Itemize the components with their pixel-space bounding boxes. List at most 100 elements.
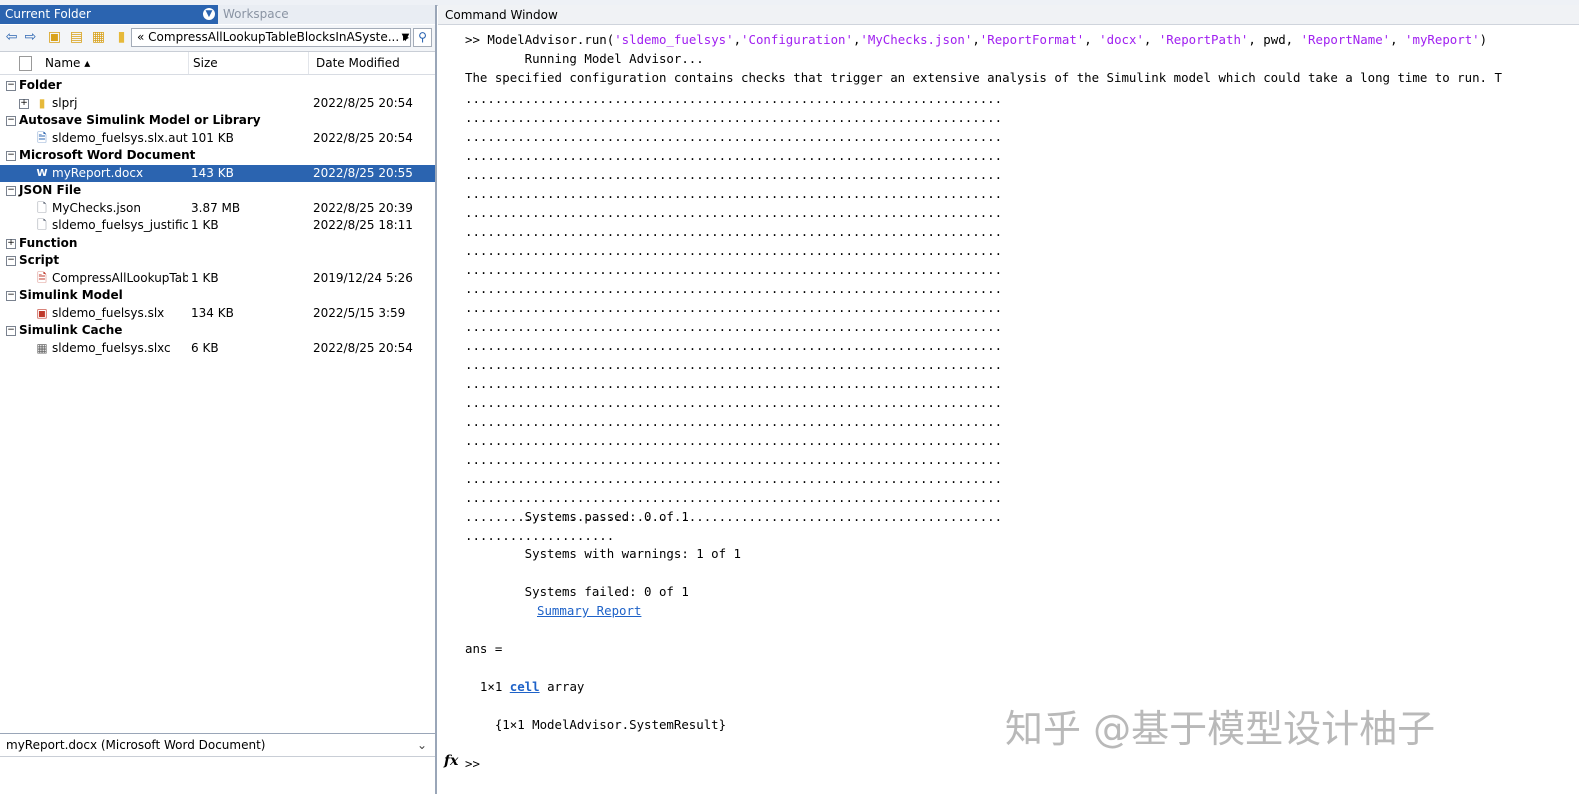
code-token: , [733,32,742,47]
expand-icon[interactable]: + [19,98,29,109]
group-label: Script [19,253,60,267]
panel-actions-icon[interactable]: ▼ [203,8,215,20]
simulink-cache-icon: ▦ [36,340,48,355]
file-row[interactable]: ▣ sldemo_fuelsys.slx 134 KB 2022/5/15 3:59 [0,305,435,322]
progress-dots-line: ........................................… [465,452,1003,467]
panel-tab-bar: Current Folder ▼ Workspace [0,5,435,24]
progress-dots-line: ........................................… [465,148,1003,163]
progress-dots-line: ........................................… [465,129,1003,144]
json-file-icon: 🗋 [37,218,47,232]
expand-icon[interactable]: + [6,238,16,249]
progress-dots-line: ........................................… [465,490,1003,505]
code-token: , [1084,32,1100,47]
file-name: sldemo_fuelsys_justificati... [52,218,188,232]
file-name: sldemo_fuelsys.slx.autosa... [52,130,188,145]
systems-passed-text: Systems passed: 0 of 1 [465,509,689,524]
group-header[interactable]: − Autosave Simulink Model or Library [0,112,435,129]
file-date: 2019/12/24 5:26 [313,270,413,285]
progress-dots-line: ........................................… [465,243,1003,258]
running-text: Running Model Advisor... [465,51,704,66]
group-header[interactable]: − Microsoft Word Document [0,147,435,164]
file-row[interactable]: 🗎 sldemo_fuelsys.slx.autosa...101 KB 2022/… [0,130,435,147]
code-token: , [1390,32,1406,47]
file-date: 2022/8/25 18:11 [313,218,413,232]
browse-folder-icon[interactable]: ▤ [68,29,85,46]
file-row[interactable]: + ▮ slprj 2022/8/25 20:54 [0,95,435,112]
file-name: sldemo_fuelsys.slxc [52,340,171,355]
string-literal: 'myReport' [1405,32,1480,47]
file-details-bar[interactable]: myReport.docx (Microsoft Word Document) … [0,733,435,757]
cell-array-line: 1×1 cell array [465,679,584,695]
file-row[interactable]: 🗋 MyChecks.json 3.87 MB 2022/8/25 20:39 [0,200,435,217]
group-label: Folder [19,78,62,92]
ans-text: ans = [465,641,503,656]
autosave-file-icon: 🗎 [37,130,47,145]
group-header[interactable]: + Function [0,235,435,252]
group-header[interactable]: − Simulink Model [0,287,435,304]
group-label: Simulink Cache [19,323,123,337]
back-arrow-icon[interactable]: ⇦ [3,29,20,46]
json-file-icon: 🗋 [37,200,47,215]
command-prompt[interactable]: >> [465,756,480,772]
current-folder-panel: Current Folder ▼ Workspace ⇦ ⇨ ▣ ▤ ▦ ▮ «… [0,5,437,794]
systems-warnings-text: Systems with warnings: 1 of 1 [465,546,742,561]
find-files-icon[interactable]: ▦ [90,29,107,46]
progress-dots-line: ........................................… [465,376,1003,391]
file-name: slprj [52,95,78,110]
cell-link[interactable]: cell [510,679,540,694]
collapse-icon[interactable]: − [6,151,16,161]
string-literal: 'ReportName' [1300,32,1391,47]
folder-toolbar: ⇦ ⇨ ▣ ▤ ▦ ▮ « CompressAllLookupTableBloc… [0,25,435,52]
collapse-icon[interactable]: − [6,81,16,91]
string-literal: 'docx' [1099,32,1144,47]
column-name[interactable]: Name ▴ [45,52,90,74]
file-size: 143 KB [191,165,234,180]
up-folder-icon[interactable]: ▣ [46,29,63,46]
tab-current-folder[interactable]: Current Folder [0,5,218,24]
file-row[interactable]: 🗋 sldemo_fuelsys_justificati...1 KB 2022/8… [0,217,435,234]
file-date: 2022/8/25 20:54 [313,95,413,110]
forward-arrow-icon[interactable]: ⇨ [22,29,39,46]
simulink-model-icon: ▣ [36,305,48,320]
progress-dots-line: ........................................… [465,395,1003,410]
watermark: 知乎 @基于模型设计柚子 [1005,707,1436,751]
collapse-icon[interactable]: − [6,256,16,266]
column-date-modified[interactable]: Date Modified [316,52,400,74]
path-text: « CompressAllLookupTableBlocksInASyste..… [137,30,410,44]
file-row[interactable]: 🗎 CompressAllLookupTabl...1 KB 2019/12/24 … [0,270,435,287]
string-literal: 'ReportFormat' [979,32,1085,47]
code-token: , [1143,32,1159,47]
collapse-icon[interactable]: − [6,186,16,196]
group-header[interactable]: − JSON File [0,182,435,199]
summary-report-link[interactable]: Summary Report [537,603,641,619]
file-date: 2022/8/25 20:54 [313,340,413,355]
progress-dots-line: ........................................… [465,262,1003,277]
code-token: ModelAdvisor.run( [487,32,615,47]
collapse-icon[interactable]: − [6,116,16,126]
progress-dots-line: ........................................… [465,110,1003,125]
group-label: Function [19,235,78,250]
group-header[interactable]: − Script [0,252,435,269]
search-icon[interactable]: ⚲ [413,28,432,47]
collapse-icon[interactable]: − [6,291,16,301]
file-name: CompressAllLookupTabl... [52,270,188,285]
function-browser-icon[interactable]: fx [444,753,458,769]
cell-suffix: array [539,679,585,694]
current-path-field[interactable]: « CompressAllLookupTableBlocksInASyste..… [131,28,411,47]
collapse-icon[interactable]: − [6,326,16,336]
column-size[interactable]: Size [193,52,218,74]
group-header[interactable]: − Simulink Cache [0,322,435,339]
file-row[interactable]: WmyReport.docx 143 KB 2022/8/25 20:55 [0,164,435,182]
file-date: 2022/5/15 3:59 [313,305,406,320]
file-name: MyChecks.json [52,200,141,215]
file-name: myReport.docx [52,165,144,180]
progress-dots-line: ........................................… [465,281,1003,296]
chevron-down-icon[interactable]: ⌄ [417,734,427,757]
progress-dots-line: ........................................… [465,414,1003,429]
group-header[interactable]: − Folder [0,77,435,94]
path-dropdown-icon[interactable]: ▼ [397,29,414,46]
tab-workspace[interactable]: Workspace [218,5,435,24]
file-row[interactable]: ▦ sldemo_fuelsys.slxc 6 KB 2022/8/25 20:54 [0,340,435,357]
progress-dots-line: .................... [465,528,615,543]
progress-dots-line: ........................................… [465,319,1003,334]
